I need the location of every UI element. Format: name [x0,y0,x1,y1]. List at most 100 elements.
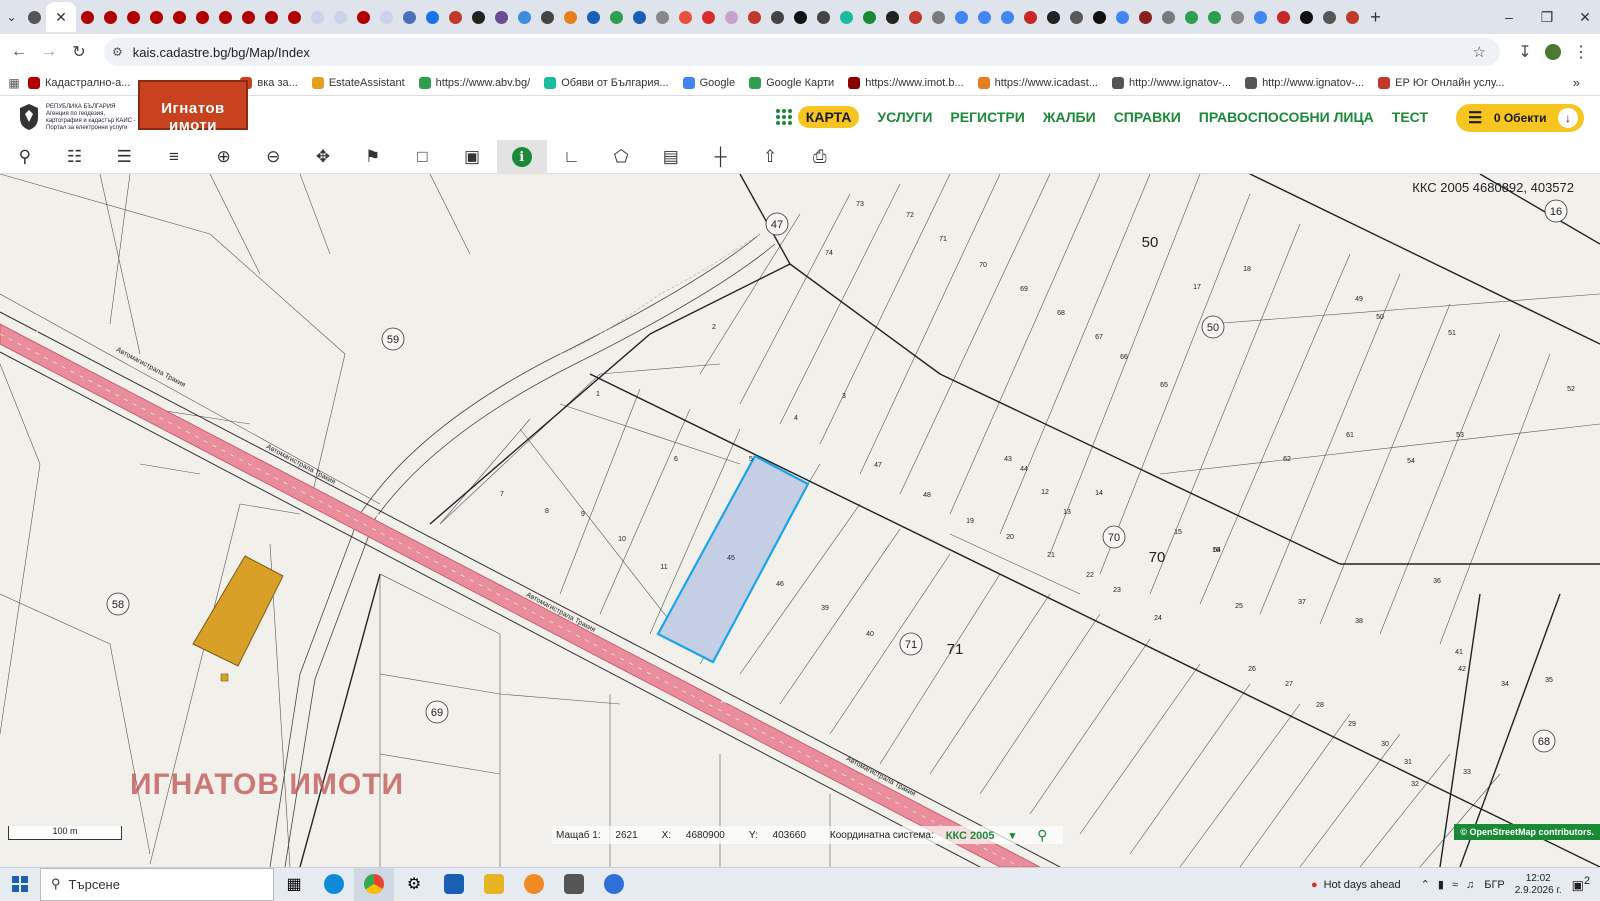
tab-favicon[interactable] [1019,2,1042,32]
tab-favicon[interactable] [605,2,628,32]
tab-favicon[interactable] [145,2,168,32]
bookmark-item[interactable]: https://www.imot.b... [848,76,964,89]
tab-favicon[interactable] [467,2,490,32]
nav-registers[interactable]: РЕГИСТРИ [950,109,1024,125]
tab-favicon[interactable] [766,2,789,32]
back-icon[interactable]: ← [4,37,34,67]
tab-favicon[interactable] [352,2,375,32]
apps-grid-icon[interactable]: ▦ [0,76,28,90]
tab-favicon[interactable] [329,2,352,32]
tree-structure-icon[interactable]: ☷ [50,140,100,174]
tab-favicon[interactable] [375,2,398,32]
tab-favicon[interactable] [306,2,329,32]
tab-favicon[interactable] [260,2,283,32]
taskbar-search[interactable]: ⚲ Търсене [40,867,274,901]
tab-favicon[interactable] [1295,2,1318,32]
new-tab-button[interactable]: + [1364,2,1387,32]
tab-favicon[interactable] [743,2,766,32]
tab-favicon[interactable] [444,2,467,32]
layers-icon[interactable]: ☰ [99,140,149,174]
calculator-icon[interactable] [554,868,594,901]
tab-favicon[interactable] [789,2,812,32]
tab-favicon[interactable] [881,2,904,32]
layers-stack-icon[interactable]: ≡ [149,140,199,174]
chrome-icon[interactable] [354,867,394,901]
tab-favicon[interactable] [927,2,950,32]
tab-favicon[interactable] [1226,2,1249,32]
tab-favicon[interactable] [697,2,720,32]
tab-favicon[interactable] [168,2,191,32]
bookmark-item[interactable]: https://www.abv.bg/ [418,76,530,89]
tab-favicon[interactable] [973,2,996,32]
search-icon[interactable]: ⚲ [0,140,50,174]
edge-icon[interactable] [314,868,354,901]
tab-favicon[interactable] [1203,2,1226,32]
tab-list-button[interactable]: ⌄ [0,2,23,32]
battery-icon[interactable]: ▮ [1438,878,1444,891]
tab-favicon[interactable] [1134,2,1157,32]
tab-favicon[interactable] [421,2,444,32]
paint-icon[interactable] [514,868,554,901]
bookmark-item[interactable]: Кадастрално-а... [28,76,130,89]
site-info-icon[interactable]: ⚙ [112,45,123,59]
browser-menu-icon[interactable]: ⋮ [1566,37,1596,67]
bookmark-item[interactable]: http://www.ignatov-... [1245,76,1364,89]
tab-favicon[interactable] [99,2,122,32]
nav-legal-persons[interactable]: ПРАВОСПОСОБНИ ЛИЦА [1199,109,1374,125]
tab-favicon[interactable] [191,2,214,32]
download-icon[interactable]: ↧ [1510,37,1540,67]
restore-icon[interactable]: ❐ [1528,0,1566,34]
tab-favicon[interactable] [1318,2,1341,32]
tab-favicon[interactable] [23,2,46,32]
zoom-in-icon[interactable]: ⊕ [199,140,249,174]
tab-favicon[interactable] [996,2,1019,32]
tab-favicon[interactable] [858,2,881,32]
tab-favicon[interactable] [674,2,697,32]
settings-icon[interactable]: ⚙ [394,868,434,901]
minimize-icon[interactable]: – [1490,0,1528,34]
clock[interactable]: 12:02 2.9.2026 г. [1515,873,1562,897]
reload-icon[interactable]: ↻ [64,37,94,67]
file-explorer-icon[interactable] [474,868,514,901]
select-rectangle-icon[interactable]: □ [398,140,448,174]
info-tool[interactable]: i [496,140,547,174]
bookmark-item[interactable]: Google Карти [749,76,834,89]
tab-favicon[interactable] [122,2,145,32]
bookmark-item[interactable]: ЕР Юг Онлайн услу... [1378,76,1504,89]
measure-angle-icon[interactable]: ∟ [547,140,597,174]
draw-polygon-icon[interactable]: ⬠ [596,140,646,174]
tab-favicon[interactable] [628,2,651,32]
store-icon[interactable] [434,868,474,901]
tab-favicon[interactable] [536,2,559,32]
tab-favicon[interactable] [720,2,743,32]
tab-favicon[interactable] [812,2,835,32]
language-indicator[interactable]: БГР [1484,879,1505,891]
bookmark-item[interactable]: http://www.ignatov-... [1111,76,1231,89]
coord-system-select[interactable]: ККС 2005 ▾ [946,829,1015,842]
tab-favicon[interactable] [582,2,605,32]
map-canvas[interactable]: 5070714759586916507071684546394011109876… [0,174,1600,867]
active-tab-close-icon[interactable]: ✕ [46,2,76,32]
pan-move-icon[interactable]: ✥ [298,140,348,174]
building[interactable] [192,555,284,667]
tab-favicon[interactable] [1111,2,1134,32]
more-bookmarks-icon[interactable]: » [1573,75,1580,90]
tab-favicon[interactable] [559,2,582,32]
notifications-icon[interactable]: ▣2 [1572,875,1590,893]
profile-avatar[interactable] [1538,37,1568,67]
tab-favicon[interactable] [490,2,513,32]
tab-favicon[interactable] [283,2,306,32]
cadastral-map[interactable]: 50 70 71 47 59 58 69 16 50 70 71 68 45 46 39 40 11 10 9 8 7 6… [0,174,1600,867]
tab-favicon[interactable] [1180,2,1203,32]
nav-complaints[interactable]: ЖАЛБИ [1043,109,1096,125]
tab-favicon[interactable] [835,2,858,32]
url-field[interactable]: ⚙ kais.cadastre.bg/bg/Map/Index ☆ [104,38,1500,66]
tab-favicon[interactable] [76,2,99,32]
tab-favicon[interactable] [950,2,973,32]
crosshair-icon[interactable]: ┼ [696,140,746,174]
print-icon[interactable]: ⎙ [795,140,845,174]
weather-icon[interactable]: ● [1311,879,1318,891]
windows-start-icon[interactable] [0,868,40,901]
tab-favicon[interactable] [237,2,260,32]
close-window-icon[interactable]: ✕ [1566,0,1600,34]
